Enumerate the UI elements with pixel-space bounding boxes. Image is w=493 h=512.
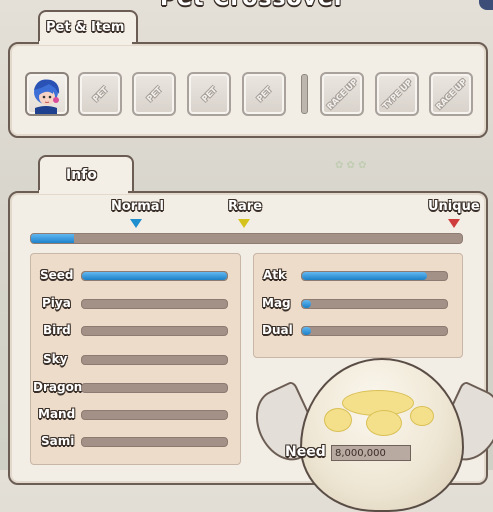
- race-stat-label-2: Bird: [43, 323, 71, 337]
- egg-yolk-blob: [324, 408, 352, 432]
- grade-normal-label: Normal: [111, 199, 164, 214]
- race-stat-label-1: Piya: [42, 296, 71, 310]
- race-stat-bar-1: [81, 299, 228, 309]
- pet-slot-avatar[interactable]: [25, 72, 69, 116]
- tab-info-label: Info: [66, 167, 97, 183]
- grade-rare-label: Rare: [228, 199, 263, 214]
- need-label: Need: [285, 444, 326, 460]
- corner-decoration: [479, 0, 493, 10]
- blue-haired-character-icon: [34, 79, 60, 114]
- rarity-progress-fill: [31, 234, 75, 243]
- window-title: Pet Crossover: [160, 0, 346, 11]
- tab-join: [39, 190, 128, 194]
- race-stat-label-0: Seed: [40, 268, 74, 282]
- type-stat-bar-0: [301, 271, 448, 281]
- pet-slot-label: PET: [144, 84, 164, 104]
- race-up-label: RACE UP: [434, 77, 468, 111]
- race-stat-label-3: Sky: [43, 352, 68, 366]
- race-stat-bar-0: [81, 271, 228, 281]
- type-stat-label-2: Dual: [262, 323, 293, 337]
- type-stat-fill: [302, 327, 311, 335]
- type-up-slot[interactable]: TYPE UP: [375, 72, 419, 116]
- race-stat-bar-2: [81, 326, 228, 336]
- egg-yolk-blob: [366, 410, 402, 436]
- pet-slot-label: PET: [254, 84, 274, 104]
- race-stat-label-6: Sami: [41, 434, 75, 448]
- pet-slot-3[interactable]: PET: [187, 72, 231, 116]
- race-up-slot-1[interactable]: RACE UP: [320, 72, 364, 116]
- need-cost-field: 8,000,000: [331, 445, 411, 461]
- type-stat-bar-1: [301, 299, 448, 309]
- race-stat-fill: [82, 272, 227, 280]
- grade-rare-marker-icon: [238, 219, 250, 228]
- type-stat-label-1: Mag: [262, 296, 291, 310]
- background-decoration: ✿ ✿ ✿: [335, 160, 367, 171]
- race-stat-label-5: Mand: [38, 407, 76, 421]
- grade-unique-marker-icon: [448, 219, 460, 228]
- rarity-progress-bar: [30, 233, 463, 244]
- race-stat-bar-6: [81, 437, 228, 447]
- pet-slot-label: PET: [199, 84, 219, 104]
- grade-unique-label: Unique: [428, 199, 480, 214]
- race-stat-bar-3: [81, 355, 228, 365]
- race-stat-bar-4: [81, 383, 228, 393]
- type-stat-fill: [302, 300, 311, 308]
- tab-info[interactable]: Info: [38, 155, 134, 195]
- grade-normal-marker-icon: [130, 219, 142, 228]
- type-stat-fill: [302, 272, 427, 280]
- type-up-label: TYPE UP: [380, 77, 414, 111]
- pet-slot-4[interactable]: PET: [242, 72, 286, 116]
- race-up-label: RACE UP: [325, 77, 359, 111]
- type-stat-label-0: Atk: [263, 268, 287, 282]
- race-stat-bar-5: [81, 410, 228, 420]
- egg-yolk-blob: [410, 406, 434, 426]
- pet-slot-label: PET: [90, 84, 110, 104]
- race-up-slot-2[interactable]: RACE UP: [429, 72, 473, 116]
- tab-join: [39, 41, 132, 45]
- type-stat-bar-2: [301, 326, 448, 336]
- pet-slot-2[interactable]: PET: [132, 72, 176, 116]
- tab-pet-item-label: Pet & Item: [46, 20, 125, 35]
- pet-slot-1[interactable]: PET: [78, 72, 122, 116]
- race-stat-label-4: Dragon: [33, 380, 83, 394]
- slot-divider: [301, 74, 308, 114]
